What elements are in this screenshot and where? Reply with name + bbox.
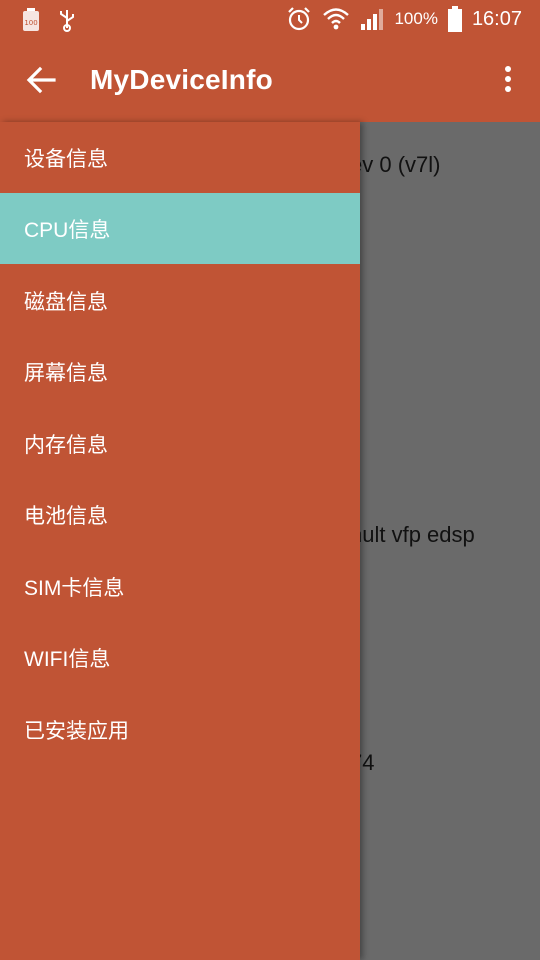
battery-percent: 100% [394,9,438,28]
usb-icon [58,8,76,32]
signal-icon [360,7,384,31]
drawer-item-label: SIM卡信息 [24,576,125,600]
drawer-item-label: 内存信息 [24,433,108,457]
drawer-item-label: 磁盘信息 [24,290,108,314]
alarm-icon [286,6,312,32]
drawer-item-label: 已安装应用 [24,719,129,743]
clock: 16:07 [471,7,522,30]
drawer-item-label: WIFI信息 [24,647,111,671]
app-bar: MyDeviceInfo [0,40,540,122]
drawer-item-installed-apps[interactable]: 已安装应用 [0,694,360,765]
drawer-item-wifi-info[interactable]: WIFI信息 [0,622,360,693]
svg-text:100: 100 [24,19,37,27]
battery-icon [447,6,462,32]
battery-indicator-icon: 100 [22,8,40,32]
wifi-icon [322,6,350,32]
drawer-item-label: 屏幕信息 [24,361,108,385]
drawer-item-battery-info[interactable]: 电池信息 [0,479,360,550]
drawer-item-device-info[interactable]: 设备信息 [0,122,360,193]
content-text-cpu-model: ev 0 (v7l) [350,152,441,177]
drawer-item-sim-info[interactable]: SIM卡信息 [0,551,360,622]
drawer-item-screen-info[interactable]: 屏幕信息 [0,336,360,407]
drawer-item-label: 电池信息 [24,504,108,528]
arrow-back-icon[interactable] [24,62,60,98]
drawer-item-label: 设备信息 [24,147,108,171]
drawer-item-disk-info[interactable]: 磁盘信息 [0,265,360,336]
navigation-drawer: 设备信息 CPU信息 磁盘信息 屏幕信息 内存信息 电池信息 SIM卡信息 WI… [0,122,360,960]
content-text-cpu-features: nult vfp edsp [350,522,475,547]
drawer-item-label: CPU信息 [24,218,111,242]
overflow-menu-icon[interactable] [502,66,514,96]
app-title: MyDeviceInfo [90,64,273,95]
drawer-item-memory-info[interactable]: 内存信息 [0,408,360,479]
drawer-item-cpu-info[interactable]: CPU信息 [0,193,360,264]
status-bar: 100 100% 16:07 [0,0,540,40]
